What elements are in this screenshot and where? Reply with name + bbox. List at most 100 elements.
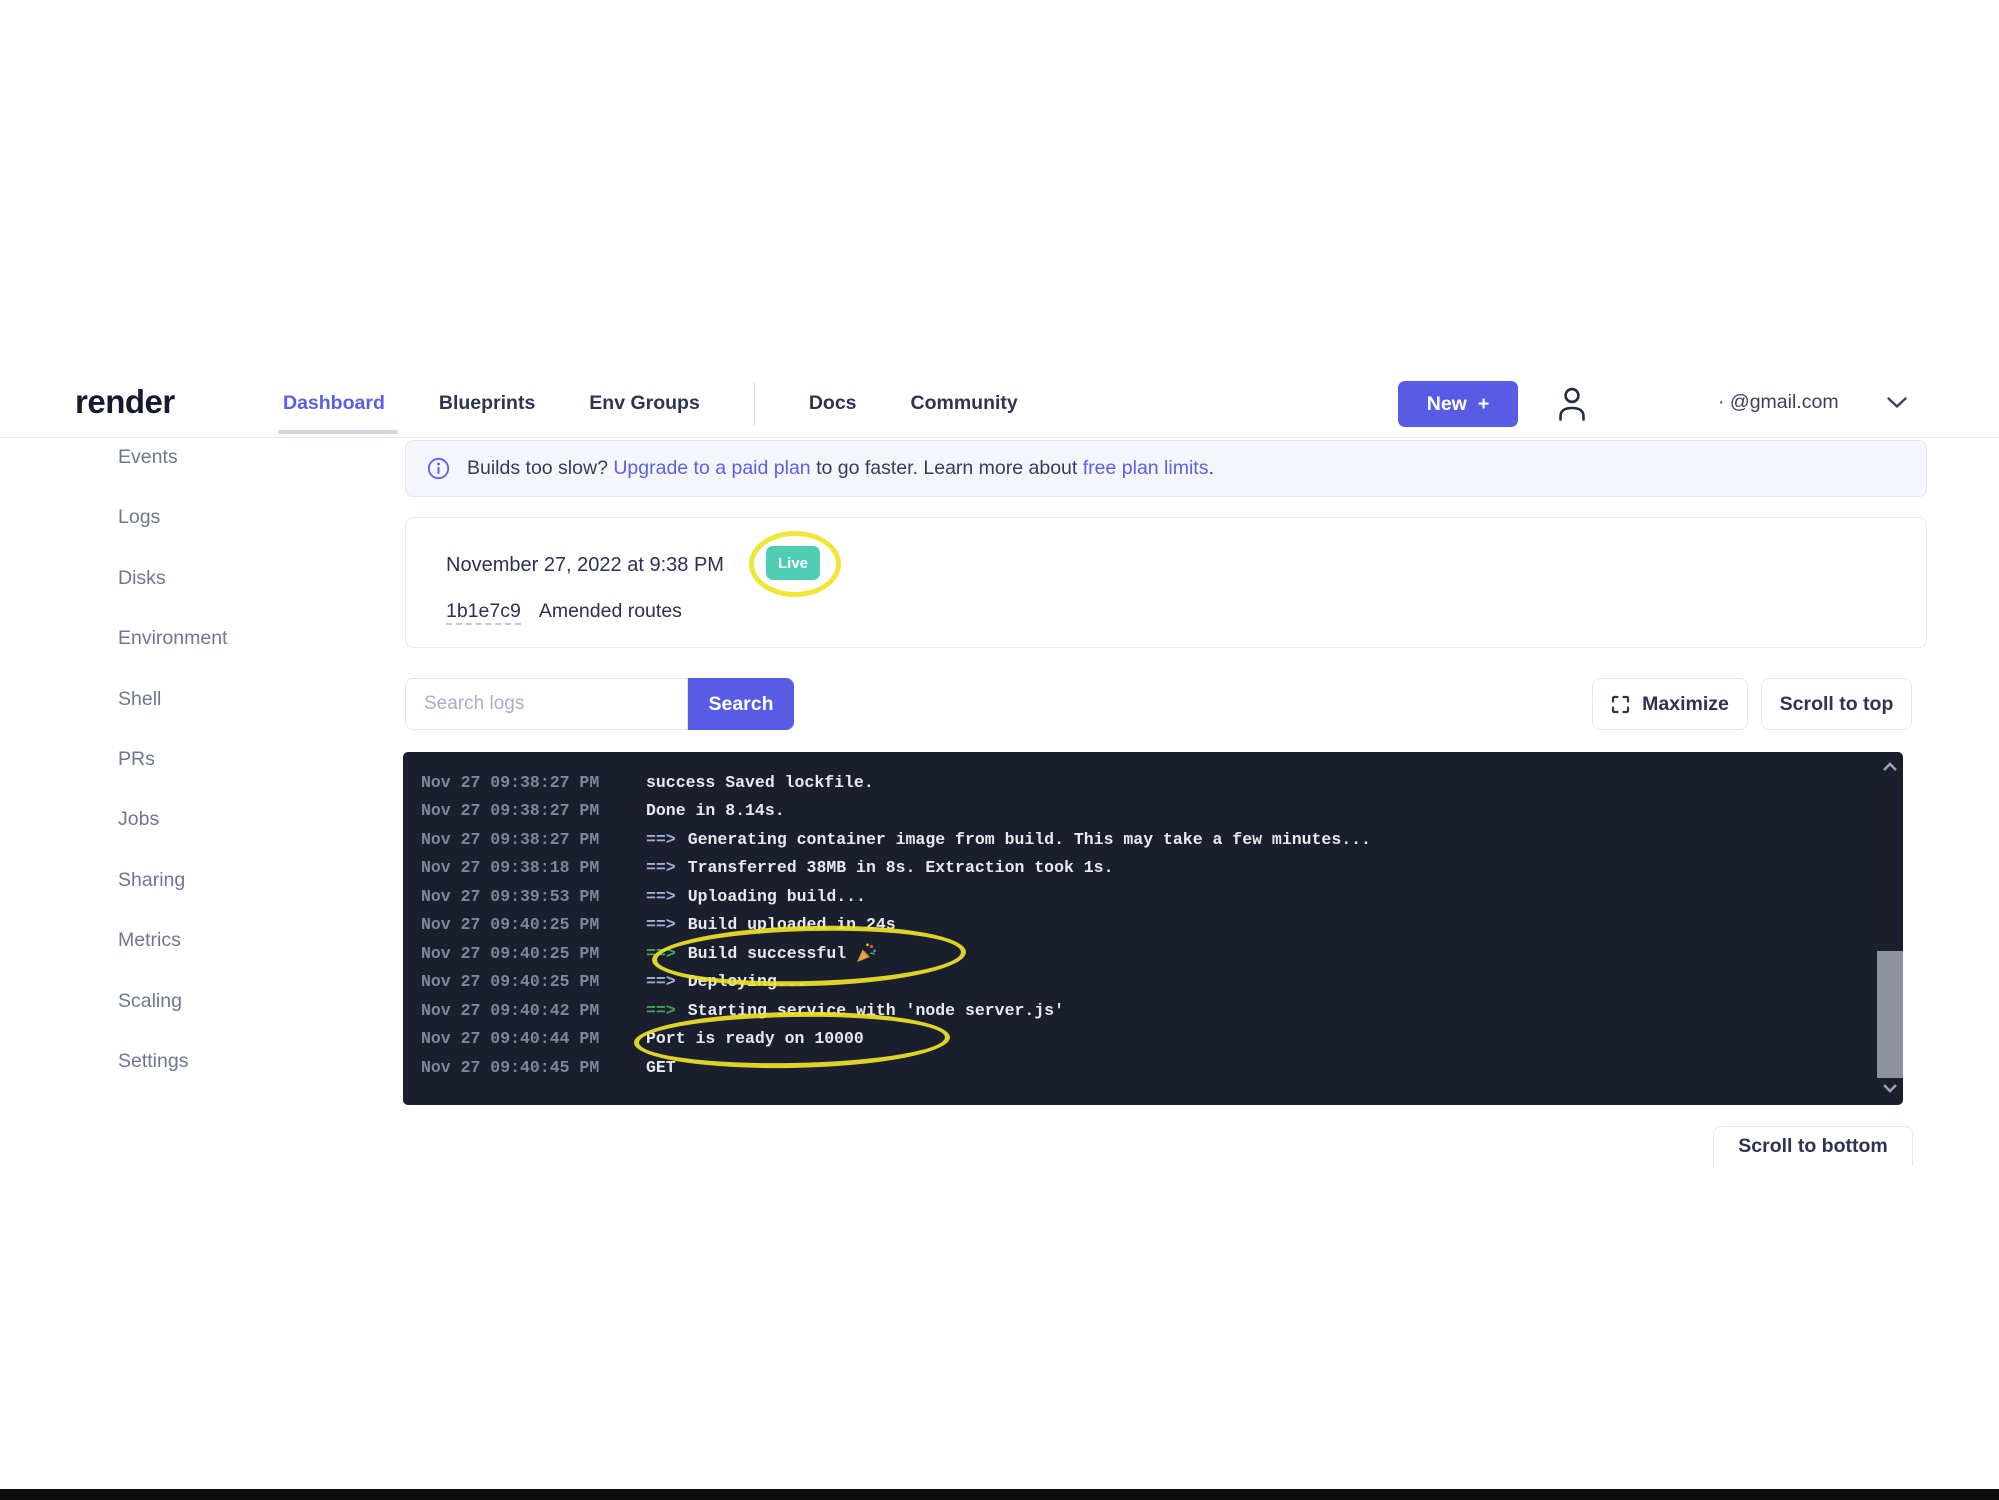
user-avatar-icon[interactable]	[1552, 382, 1592, 429]
sidebar-item-logs[interactable]: Logs	[118, 506, 160, 528]
log-message: Uploading build...	[688, 887, 866, 906]
log-timestamp: Nov 27 09:38:27 PM	[421, 801, 646, 820]
bottom-black-bar	[0, 1489, 1999, 1500]
log-timestamp: Nov 27 09:38:27 PM	[421, 773, 646, 792]
upgrade-plan-link[interactable]: Upgrade to a paid plan	[613, 457, 810, 479]
info-icon	[427, 457, 450, 480]
scroll-to-top-button[interactable]: Scroll to top	[1761, 678, 1912, 730]
active-tab-indicator	[278, 430, 398, 434]
free-plan-limits-link[interactable]: free plan limits	[1083, 457, 1209, 479]
log-message: Port is ready on 10000	[646, 1029, 864, 1048]
deploy-card: November 27, 2022 at 9:38 PM Live 1b1e7c…	[405, 517, 1927, 648]
log-line: Nov 27 09:38:18 PM ==> Transferred 38MB …	[421, 854, 1903, 883]
sidebar-item-prs[interactable]: PRs	[118, 748, 155, 770]
free-plan-banner: Builds too slow? Upgrade to a paid plan …	[405, 440, 1927, 497]
log-line: Nov 27 09:40:25 PM ==> Build uploaded in…	[421, 911, 1903, 940]
nav-tab-env-groups[interactable]: Env Groups	[589, 392, 700, 415]
log-message: GET	[646, 1058, 676, 1077]
log-message: Generating container image from build. T…	[688, 830, 1371, 849]
new-button[interactable]: New +	[1398, 381, 1518, 427]
log-arrow: ==>	[646, 887, 676, 906]
log-timestamp: Nov 27 09:40:44 PM	[421, 1029, 646, 1048]
chevron-down-icon[interactable]	[1886, 396, 1908, 414]
commit-hash-link[interactable]: 1b1e7c9	[446, 600, 521, 625]
log-arrow: ==>	[646, 915, 676, 934]
commit-message: Amended routes	[539, 600, 682, 622]
sidebar-item-environment[interactable]: Environment	[118, 627, 227, 649]
sidebar-item-events[interactable]: Events	[118, 446, 178, 468]
sidebar-row: Shell	[118, 688, 378, 748]
log-timestamp: Nov 27 09:40:45 PM	[421, 1058, 646, 1077]
sidebar-item-metrics[interactable]: Metrics	[118, 929, 181, 951]
sidebar-row: Events	[118, 446, 378, 506]
party-popper-icon	[855, 942, 877, 964]
sidebar-item-scaling[interactable]: Scaling	[118, 990, 182, 1012]
log-timestamp: Nov 27 09:40:42 PM	[421, 1001, 646, 1020]
log-arrow: ==>	[646, 944, 676, 963]
scrollbar-thumb[interactable]	[1877, 951, 1903, 1078]
service-sidebar: Events Logs Disks Environment Shell PRs Jobs Sh…	[118, 446, 378, 1110]
sidebar-row: Environment	[118, 627, 378, 687]
scroll-to-bottom-button[interactable]: Scroll to bottom	[1713, 1126, 1913, 1166]
log-timestamp: Nov 27 09:40:25 PM	[421, 915, 646, 934]
nav-tab-dashboard[interactable]: Dashboard	[283, 392, 385, 415]
log-timestamp: Nov 27 09:38:18 PM	[421, 858, 646, 877]
sidebar-item-disks[interactable]: Disks	[118, 567, 166, 589]
log-message: Transferred 38MB in 8s. Extraction took …	[688, 858, 1114, 877]
nav-tab-docs[interactable]: Docs	[809, 392, 857, 415]
log-line: Nov 27 09:40:25 PM ==> Build successful	[421, 939, 1903, 968]
new-button-label: New	[1427, 393, 1467, 416]
log-message: Deploying...	[688, 972, 807, 991]
primary-nav: Dashboard Blueprints Env Groups Docs Communi…	[283, 370, 1018, 437]
sidebar-row: PRs	[118, 748, 378, 808]
sidebar-row: Scaling	[118, 990, 378, 1050]
nav-tab-community[interactable]: Community	[911, 392, 1018, 415]
log-arrow: ==>	[646, 1001, 676, 1020]
sidebar-item-shell[interactable]: Shell	[118, 688, 161, 710]
log-line: Nov 27 09:38:27 PM ==> Generating contai…	[421, 825, 1903, 854]
maximize-label: Maximize	[1642, 693, 1729, 716]
render-dashboard-page: render Dashboard Blueprints Env Groups Docs…	[0, 0, 1999, 1500]
account-email[interactable]: · @gmail.com	[1718, 391, 1839, 414]
log-message: Build successful	[688, 944, 846, 963]
sidebar-item-jobs[interactable]: Jobs	[118, 808, 159, 830]
sidebar-item-settings[interactable]: Settings	[118, 1050, 188, 1072]
scrollbar-up-icon[interactable]	[1882, 759, 1898, 777]
sidebar-row: Jobs	[118, 808, 378, 868]
nav-divider	[754, 382, 755, 426]
scrollbar-down-icon[interactable]	[1882, 1080, 1898, 1098]
console-scrollbar[interactable]	[1877, 752, 1903, 1105]
sidebar-row: Sharing	[118, 869, 378, 929]
log-message: Done in 8.14s.	[646, 801, 785, 820]
log-message: Starting service with 'node server.js'	[688, 1001, 1064, 1020]
log-console[interactable]: Nov 27 09:38:27 PM success Saved lockfil…	[403, 752, 1903, 1105]
log-timestamp: Nov 27 09:38:27 PM	[421, 830, 646, 849]
log-arrow: ==>	[646, 858, 676, 877]
log-line: Nov 27 09:40:42 PM ==> Starting service …	[421, 996, 1903, 1025]
log-arrow: ==>	[646, 830, 676, 849]
sidebar-row: Logs	[118, 506, 378, 566]
maximize-button[interactable]: Maximize	[1592, 678, 1748, 730]
live-status-badge: Live	[766, 546, 820, 580]
log-timestamp: Nov 27 09:40:25 PM	[421, 944, 646, 963]
log-line: Nov 27 09:39:53 PM ==> Uploading build..…	[421, 882, 1903, 911]
banner-text: Builds too slow? Upgrade to a paid plan …	[467, 457, 1214, 480]
log-arrow: ==>	[646, 972, 676, 991]
log-line: Nov 27 09:38:27 PM success Saved lockfil…	[421, 768, 1903, 797]
commit-line: 1b1e7c9 Amended routes	[446, 600, 682, 623]
log-line: Nov 27 09:40:44 PM Port is ready on 1000…	[421, 1025, 1903, 1054]
plus-icon: +	[1478, 393, 1489, 416]
render-logo[interactable]: render	[75, 383, 175, 421]
log-message: success Saved lockfile.	[646, 773, 874, 792]
sidebar-item-sharing[interactable]: Sharing	[118, 869, 185, 891]
search-logs-input[interactable]	[405, 678, 688, 730]
log-line: Nov 27 09:38:27 PM Done in 8.14s.	[421, 797, 1903, 826]
nav-tab-blueprints[interactable]: Blueprints	[439, 392, 535, 415]
search-button[interactable]: Search	[688, 678, 794, 730]
log-line: Nov 27 09:40:45 PM GET	[421, 1053, 1903, 1082]
top-navbar: render Dashboard Blueprints Env Groups Docs…	[0, 370, 1999, 438]
log-line: Nov 27 09:40:25 PM ==> Deploying...	[421, 968, 1903, 997]
maximize-icon	[1611, 695, 1630, 714]
sidebar-row: Disks	[118, 567, 378, 627]
log-timestamp: Nov 27 09:40:25 PM	[421, 972, 646, 991]
